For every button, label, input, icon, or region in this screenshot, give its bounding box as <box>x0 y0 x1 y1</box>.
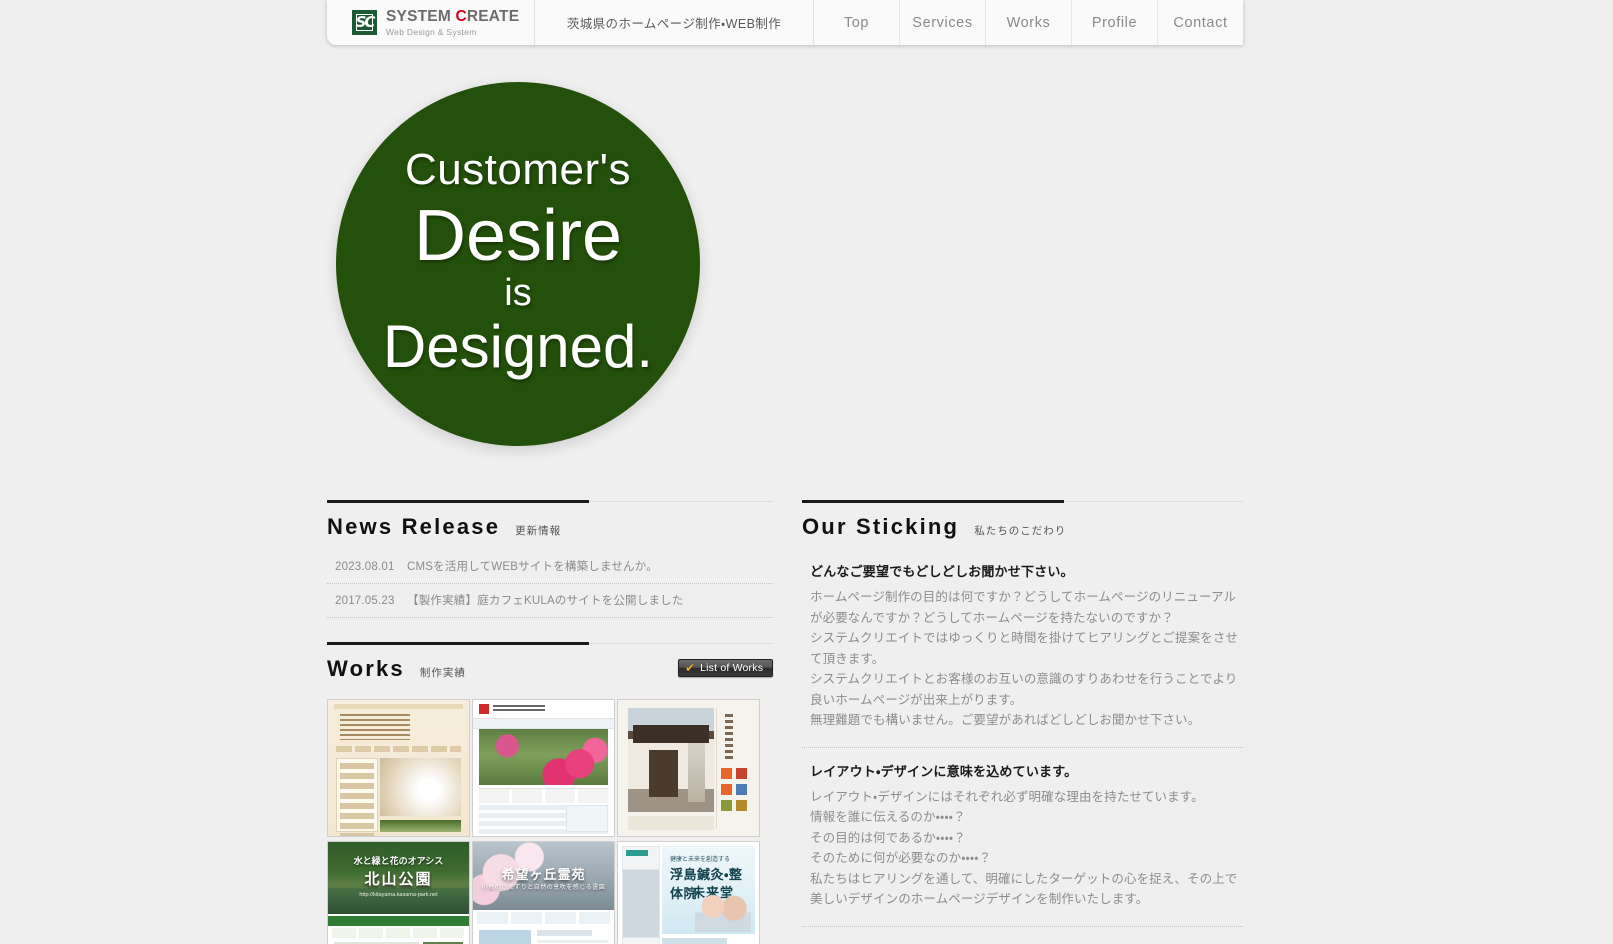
sticking-subtitle: 私たちのこだわり <box>974 523 1066 538</box>
nav-item-contact[interactable]: Contact <box>1158 0 1243 45</box>
work-thumbnail-temple-site[interactable] <box>617 699 760 837</box>
sticking-section-header: Our Sticking 私たちのこだわり <box>802 503 1243 548</box>
news-item-date: 2023.08.01 <box>335 561 407 573</box>
thumb-hero-line-2: 北山公園 <box>328 868 469 889</box>
nav-item-profile[interactable]: Profile <box>1072 0 1158 45</box>
sticking-line: 私たちはヒアリングを通して、明確にしたターゲットの心を捉え、その上で美しいデザイ… <box>810 869 1243 910</box>
news-item[interactable]: 2023.08.01 CMSを活用してWEBサイトを構築しませんか。 <box>327 550 773 584</box>
logo-monogram: SC <box>356 15 374 30</box>
main-navigation: Top Services Works Profile Contact <box>814 0 1243 45</box>
news-section-rule <box>327 500 773 503</box>
news-item[interactable]: 2017.05.23 【製作実績】庭カフェKULAのサイトを公開しました <box>327 584 773 618</box>
brand-tagline: Web Design & System <box>386 28 519 37</box>
hero-line-4: Designed. <box>383 314 653 380</box>
header-tagline: 茨城県のホームページ制作・WEB制作 <box>535 0 814 45</box>
sticking-line: レイアウト・デザインにはそれぞれ必ず明確な理由を持たせています。 <box>810 787 1243 808</box>
site-logo[interactable]: SC SYSTEM CREATE Web Design & System <box>327 0 535 45</box>
list-of-works-label: List of Works <box>700 662 763 674</box>
sticking-divider <box>802 926 1243 927</box>
sticking-title: Our Sticking <box>802 514 959 540</box>
hero-line-1: Customer's <box>405 148 631 192</box>
hero-line-3: is <box>504 274 531 312</box>
news-list: 2023.08.01 CMSを活用してWEBサイトを構築しませんか。 2017.… <box>327 550 773 618</box>
brand-name-part2: REATE <box>467 8 519 25</box>
work-thumbnail-chamber-of-commerce-site[interactable] <box>472 699 615 837</box>
news-item-text: CMSを活用してWEBサイトを構築しませんか。 <box>407 558 658 574</box>
thumb-hero-line-1: 水と緑と花のオアシス <box>328 854 469 867</box>
sticking-section-rule <box>802 500 1243 503</box>
work-thumbnail-memorial-park-site[interactable]: 希望ヶ丘霊苑 小鳥のさえずりと自然の息吹を感じる霊園 <box>472 841 615 944</box>
works-section-header: Works 制作実績 ✔ List of Works <box>327 645 773 690</box>
nav-item-works[interactable]: Works <box>986 0 1072 45</box>
work-thumbnail-kitayama-park-site[interactable]: 水と緑と花のオアシス 北山公園 http://kitayama.kasama-p… <box>327 841 470 944</box>
list-of-works-button[interactable]: ✔ List of Works <box>678 659 773 677</box>
hero-line-2: Desire <box>414 198 622 276</box>
logo-mark-icon: SC <box>352 10 377 35</box>
left-column: News Release 更新情報 2023.08.01 CMSを活用してWEB… <box>327 500 773 944</box>
sticking-line: 無理難題でも構いません。ご要望があればどしどしお聞かせ下さい。 <box>810 710 1243 731</box>
sticking-block: どんなご要望でもどしどしお聞かせ下さい。 ホームページ制作の目的は何ですか？どう… <box>802 548 1243 748</box>
news-section-header: News Release 更新情報 <box>327 503 773 548</box>
thumb-hero-line-1: 健康と未来を創造する <box>670 854 730 863</box>
right-column: Our Sticking 私たちのこだわり どんなご要望でもどしどしお聞かせ下さ… <box>802 500 1243 927</box>
works-title: Works <box>327 656 405 682</box>
sticking-block-heading: どんなご要望でもどしどしお聞かせ下さい。 <box>802 561 1243 580</box>
hero-circle: Customer's Desire is Designed. <box>336 82 700 446</box>
page-root: SC SYSTEM CREATE Web Design & System 茨城県… <box>0 0 1613 944</box>
news-item-date: 2017.05.23 <box>335 595 407 607</box>
sticking-line: そのために何が必要なのか・・・・？ <box>810 848 1243 869</box>
thumb-hero-line-2: 小鳥のさえずりと自然の息吹を感じる霊園 <box>473 882 614 891</box>
sticking-line: システムクリエイトとお客様のお互いの意識のすりあわせを行うことでより良いホームペ… <box>810 669 1243 710</box>
thumb-hero-url: http://kitayama.kasama-park.net <box>328 892 469 898</box>
sticking-line: その目的は何であるか・・・・？ <box>810 828 1243 849</box>
check-icon: ✔ <box>685 662 695 674</box>
our-sticking-section: Our Sticking 私たちのこだわり どんなご要望でもどしどしお聞かせ下さ… <box>802 500 1243 927</box>
sticking-block: レイアウト・デザインに意味を込めています。 レイアウト・デザインにはそれぞれ必ず… <box>802 748 1243 927</box>
sticking-block-body: ホームページ制作の目的は何ですか？どうしてホームページのリニューアルが必要なんで… <box>802 587 1243 731</box>
nav-item-top[interactable]: Top <box>814 0 900 45</box>
nav-item-services[interactable]: Services <box>900 0 986 45</box>
news-item-text: 【製作実績】庭カフェKULAのサイトを公開しました <box>407 592 684 608</box>
brand-name-part1: SYSTEM <box>386 8 455 25</box>
sticking-line: 情報を誰に伝えるのか・・・・？ <box>810 807 1243 828</box>
works-section-rule <box>327 642 773 645</box>
sticking-line: システムクリエイトではゆっくりと時間を掛けてヒアリングとご提案をさせて頂きます。 <box>810 628 1243 669</box>
works-section: Works 制作実績 ✔ List of Works <box>327 642 773 944</box>
works-thumbnail-grid: 水と緑と花のオアシス 北山公園 http://kitayama.kasama-p… <box>327 699 773 944</box>
site-header: SC SYSTEM CREATE Web Design & System 茨城県… <box>327 0 1243 45</box>
brand-name: SYSTEM CREATE <box>386 9 519 25</box>
news-title: News Release <box>327 514 500 540</box>
work-thumbnail-tofu-shop-site[interactable] <box>327 699 470 837</box>
thumb-hero-line-1: 希望ヶ丘霊苑 <box>473 864 614 883</box>
news-subtitle: 更新情報 <box>515 523 561 538</box>
news-release-section: News Release 更新情報 2023.08.01 CMSを活用してWEB… <box>327 500 773 618</box>
work-thumbnail-acupuncture-clinic-site[interactable]: 健康と未来を創造する 浮島鍼灸・整体院 未来堂 <box>617 841 760 944</box>
sticking-block-heading: レイアウト・デザインに意味を込めています。 <box>802 761 1243 780</box>
brand-name-accent: C <box>455 8 466 25</box>
sticking-line: ホームページ制作の目的は何ですか？どうしてホームページのリニューアルが必要なんで… <box>810 587 1243 628</box>
sticking-block-body: レイアウト・デザインにはそれぞれ必ず明確な理由を持たせています。 情報を誰に伝え… <box>802 787 1243 910</box>
works-subtitle: 制作実績 <box>420 665 466 680</box>
